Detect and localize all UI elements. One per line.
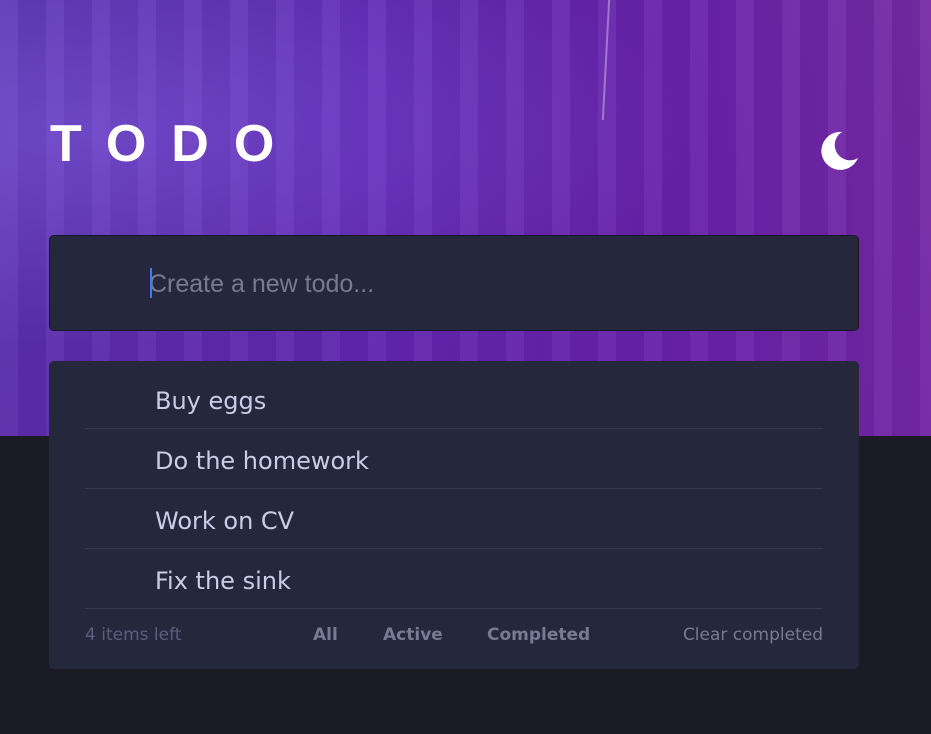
todo-item-text: Do the homework (155, 447, 369, 475)
todo-item[interactable]: Fix the sink (85, 549, 823, 609)
text-caret (150, 268, 152, 298)
filter-active[interactable]: Active (383, 625, 443, 645)
todo-item[interactable]: Work on CV (85, 489, 823, 549)
todo-footer: 4 items left All Active Completed Clear … (85, 623, 823, 651)
items-left-count: 4 items left (85, 625, 182, 645)
filter-completed[interactable]: Completed (487, 625, 590, 645)
new-todo-input[interactable] (149, 264, 829, 304)
app-title: TODO (50, 115, 300, 173)
todo-item-text: Buy eggs (155, 387, 267, 415)
todo-list: Buy eggs Do the homework Work on CV Fix … (49, 361, 859, 669)
clear-completed-button[interactable]: Clear completed (683, 625, 823, 645)
theme-toggle-button[interactable] (818, 128, 860, 172)
filter-all[interactable]: All (313, 625, 338, 645)
todo-item[interactable]: Buy eggs (85, 369, 823, 429)
todo-item[interactable]: Do the homework (85, 429, 823, 489)
moon-icon (821, 131, 858, 170)
todo-item-text: Work on CV (155, 507, 295, 535)
new-todo-card (49, 235, 859, 331)
todo-item-text: Fix the sink (155, 567, 291, 595)
